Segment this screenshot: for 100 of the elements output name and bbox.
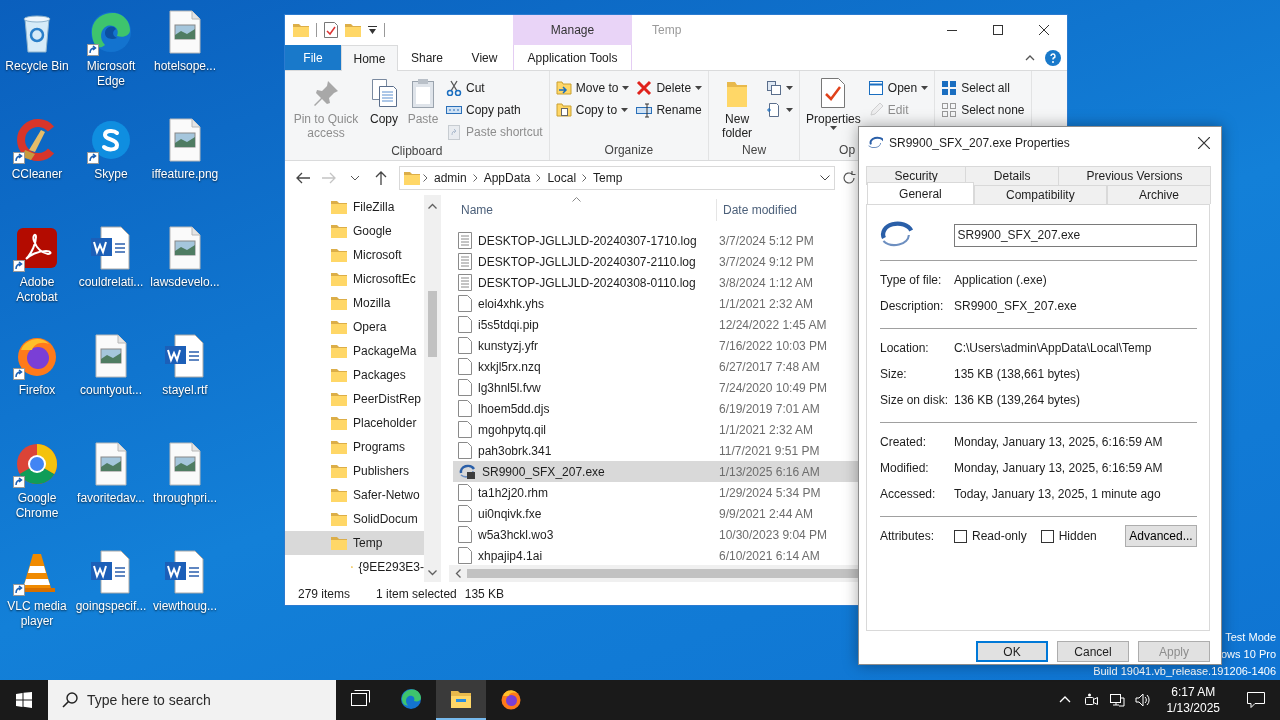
file-name: mgohpytq.qil <box>478 421 547 439</box>
dialog-tab[interactable]: Compatibility <box>973 185 1107 204</box>
breadcrumb[interactable]: Local <box>544 169 580 187</box>
date-modified: 7/16/2022 10:03 PM <box>718 337 828 355</box>
ribbon-tab[interactable]: Home <box>341 45 398 71</box>
desktop-icon-label[interactable]: goingspecif... <box>75 599 147 614</box>
tree-item[interactable]: Opera <box>285 315 424 339</box>
tree-item[interactable]: {9EE293E3- <box>285 555 424 579</box>
column-header[interactable]: Name <box>455 199 717 221</box>
desktop-icon-label[interactable]: Google Chrome <box>0 491 74 521</box>
ribbon-button[interactable]: Open <box>864 77 932 99</box>
tree-item[interactable]: PackageMa <box>285 339 424 363</box>
desktop-icon-label[interactable]: Skype <box>94 167 128 182</box>
file-explorer-button[interactable] <box>436 680 486 720</box>
file-name: lg3hnl5l.fvw <box>478 379 541 397</box>
tree-item-label: Publishers <box>353 463 410 480</box>
ribbon-button[interactable]: New folder <box>712 75 763 142</box>
dialog-tab[interactable]: Details <box>965 166 1059 185</box>
checkbox-label[interactable]: Hidden <box>1058 527 1097 545</box>
tree-item[interactable]: FileZilla <box>285 195 424 219</box>
dialog-button[interactable]: Cancel <box>1057 641 1129 662</box>
dialog-tab[interactable]: Archive <box>1106 185 1211 204</box>
tree-item-label: Programs <box>353 439 405 456</box>
address-bar[interactable]: admin AppData Local Temp <box>399 166 835 190</box>
tree-item[interactable]: Publishers <box>285 459 424 483</box>
tree-item-label: Opera <box>353 319 387 336</box>
ribbon-button[interactable]: Select all <box>938 77 1028 99</box>
dialog-tab[interactable]: Previous Versions <box>1058 166 1211 185</box>
ribbon-tab[interactable]: Share <box>398 45 456 70</box>
ribbon-button[interactable]: Rename <box>633 99 706 121</box>
checkbox[interactable] <box>954 529 967 543</box>
desktop-icon-label[interactable]: stayel.rtf <box>162 383 208 398</box>
blank-file-icon <box>458 526 472 543</box>
caret-icon <box>921 86 929 90</box>
clock-date: 1/13/2025 <box>1166 700 1220 716</box>
scrollbar[interactable] <box>424 195 441 582</box>
tree-item[interactable]: SolidDocum <box>285 507 424 531</box>
advanced-button[interactable]: Advanced... <box>1125 525 1197 547</box>
property-value: SR9900_SFX_207.exe <box>954 298 1077 315</box>
desktop-icon-label[interactable]: Adobe Acrobat <box>0 275 74 305</box>
clock[interactable]: 6:17 AM 1/13/2025 <box>1160 684 1226 716</box>
desktop-icon-label[interactable]: VLC media player <box>0 599 74 629</box>
scroll-thumb[interactable] <box>428 291 437 357</box>
dialog-tab[interactable]: General <box>867 182 974 204</box>
delete-icon <box>636 80 653 96</box>
desktop-icon-label[interactable]: hotelsope... <box>153 59 216 74</box>
property-value: Monday, January 13, 2025, 6:16:59 AM <box>954 434 1163 451</box>
tree-item-label: Microsoft <box>353 247 402 264</box>
ribbon-button[interactable]: Delete <box>633 77 706 99</box>
dialog-button[interactable]: OK <box>976 641 1048 662</box>
tree-item[interactable]: Google <box>285 219 424 243</box>
tree-item[interactable]: Safer-Netwo <box>285 483 424 507</box>
tree-item[interactable]: Microsoft <box>285 243 424 267</box>
desktop-icon-label[interactable]: iffeature.png <box>151 167 219 182</box>
search-field[interactable]: Type here to search <box>48 680 336 720</box>
tree-item[interactable]: PeerDistRep <box>285 387 424 411</box>
ribbon-button[interactable]: Move to <box>552 77 633 99</box>
checkbox[interactable] <box>1040 529 1054 543</box>
desktop-icon-label[interactable]: favoritedav... <box>77 491 145 506</box>
breadcrumb[interactable]: AppData <box>480 169 534 187</box>
desktop-icon-label[interactable]: CCleaner <box>11 167 63 182</box>
breadcrumb[interactable]: Temp <box>590 169 626 187</box>
properties-check-icon <box>819 77 848 109</box>
ribbon-button[interactable]: Cut <box>443 77 546 99</box>
scissors-icon <box>446 80 462 96</box>
ribbon-tab[interactable]: Application Tools <box>513 45 632 70</box>
properties-icon[interactable] <box>324 22 338 38</box>
checkbox-label[interactable]: Read-only <box>972 527 1027 545</box>
tree-item[interactable]: MicrosoftEc <box>285 267 424 291</box>
pencil-icon <box>867 102 884 118</box>
desktop-icon-label[interactable]: couldrelati... <box>78 275 144 290</box>
meet-icon[interactable] <box>1082 692 1099 708</box>
tree-item[interactable]: Mozilla <box>285 291 424 315</box>
ribbon-button[interactable]: Properties <box>803 75 864 135</box>
tree-item[interactable]: Temp <box>285 531 424 555</box>
network-icon[interactable] <box>1108 692 1125 708</box>
file-name: pah3obrk.341 <box>478 442 552 460</box>
desktop-icon-label[interactable]: Microsoft Edge <box>74 59 148 89</box>
ribbon-button[interactable]: Copy <box>365 75 403 128</box>
caret-icon <box>695 86 703 90</box>
ribbon-tab[interactable]: File <box>285 45 341 70</box>
file-name-field[interactable]: SR9900_SFX_207.exe <box>953 223 1197 247</box>
tree-item[interactable]: Placeholder <box>285 411 424 435</box>
ribbon-tab[interactable]: View <box>456 45 513 70</box>
desktop-icon-label[interactable]: countyout... <box>79 383 142 398</box>
file-name: SR9900_SFX_207.exe <box>482 463 605 481</box>
ribbon-button[interactable]: Select none <box>938 99 1028 121</box>
desktop-icon-label[interactable]: viewthoug... <box>152 599 217 614</box>
volume-icon[interactable] <box>1134 692 1151 708</box>
customize-dropdown-icon[interactable] <box>368 26 377 34</box>
system-watermark-text: Build 19041.vb_release.191206-1406 <box>1093 664 1276 679</box>
breadcrumb[interactable]: admin <box>431 169 470 187</box>
desktop-icon-label[interactable]: lawsdevelo... <box>150 275 220 290</box>
desktop-icon-label[interactable]: Recycle Bin <box>5 59 69 74</box>
tree-item[interactable]: Programs <box>285 435 424 459</box>
ribbon-button[interactable]: Copy to <box>552 99 633 121</box>
desktop-icon-label[interactable]: Firefox <box>18 383 56 398</box>
tree-item[interactable]: Packages <box>285 363 424 387</box>
ribbon-button[interactable]: Copy path <box>443 99 546 121</box>
desktop-icon-label[interactable]: throughpri... <box>152 491 217 506</box>
